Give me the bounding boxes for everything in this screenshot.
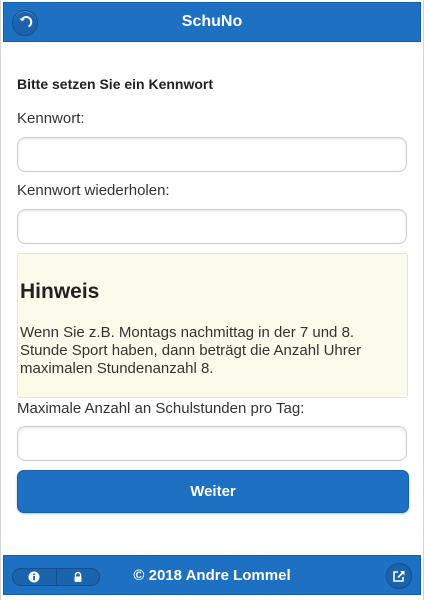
password-input[interactable] xyxy=(17,137,407,172)
lock-icon xyxy=(74,571,82,582)
info-icon xyxy=(28,571,40,583)
footer-bar: © 2018 Andre Lommel xyxy=(3,555,421,595)
copyright-text: © 2018 Andre Lommel xyxy=(133,566,291,584)
header-bar: SchuNo xyxy=(3,2,421,42)
password-repeat-label: Kennwort wiederholen: xyxy=(17,182,170,199)
info-button[interactable] xyxy=(13,569,56,585)
hint-text: Wenn Sie z.B. Montags nachmittag in der … xyxy=(20,324,362,377)
form-area: Bitte setzen Sie ein Kennwort xyxy=(17,70,409,92)
share-icon xyxy=(393,571,405,582)
app-title: SchuNo xyxy=(181,13,243,30)
back-button[interactable] xyxy=(12,10,38,36)
max-lessons-label: Maximale Anzahl an Schulstunden pro Tag: xyxy=(17,400,305,417)
share-button[interactable] xyxy=(386,563,412,589)
back-arrow-icon xyxy=(19,16,33,28)
password-repeat-input[interactable] xyxy=(17,209,407,244)
hint-box: Hinweis Wenn Sie z.B. Montags nachmittag… xyxy=(17,253,408,398)
lock-button[interactable] xyxy=(55,569,100,585)
app-frame: SchuNo Bitte setzen Sie ein Kennwort Ken… xyxy=(0,0,424,600)
footer-segmented-control xyxy=(12,568,100,586)
password-label: Kennwort: xyxy=(17,110,85,127)
weiter-button-label: Weiter xyxy=(190,483,236,500)
hint-title: Hinweis xyxy=(20,280,100,303)
weiter-button[interactable]: Weiter xyxy=(17,470,409,513)
form-heading: Bitte setzen Sie ein Kennwort xyxy=(17,76,214,92)
max-lessons-input[interactable] xyxy=(17,426,407,461)
